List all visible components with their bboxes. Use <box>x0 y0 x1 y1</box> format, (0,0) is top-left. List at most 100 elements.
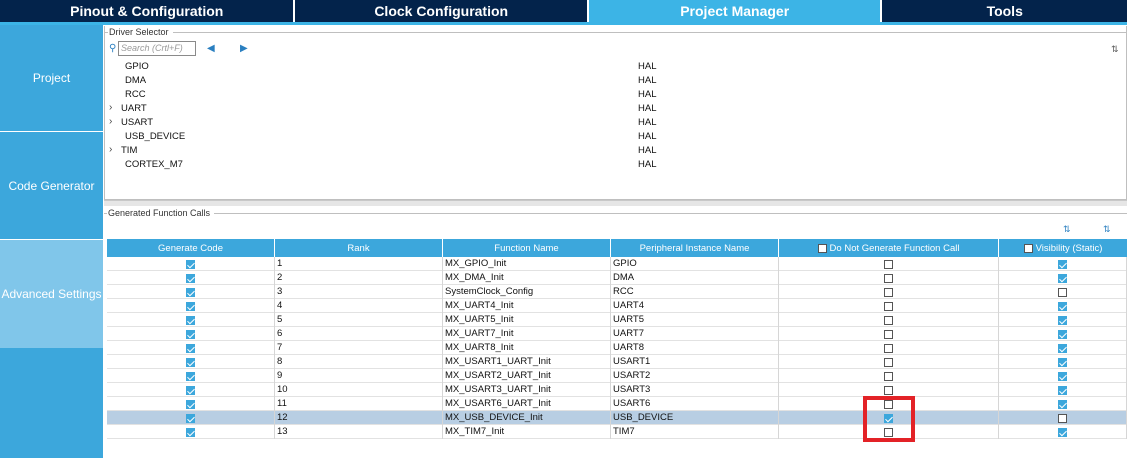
do-not-generate-checkbox[interactable] <box>884 260 893 269</box>
collapse-all-icon[interactable]: ◀ <box>207 44 215 54</box>
visibility-checkbox[interactable] <box>1058 386 1067 395</box>
generate-code-checkbox[interactable] <box>186 260 195 269</box>
driver-row-tim[interactable]: › TIM HAL <box>105 144 1105 158</box>
function-name-cell: MX_GPIO_Init <box>443 257 611 271</box>
driver-value[interactable]: HAL <box>638 145 656 156</box>
driver-row-uart[interactable]: › UART HAL <box>105 102 1105 116</box>
table-row[interactable]: 12 MX_USB_DEVICE_Init USB_DEVICE <box>107 411 1127 425</box>
driver-row-cortex-m7[interactable]: CORTEX_M7 HAL <box>105 158 1105 172</box>
header-rank[interactable]: Rank <box>275 239 443 257</box>
driver-value[interactable]: HAL <box>638 131 656 142</box>
generate-code-checkbox[interactable] <box>186 428 195 437</box>
sidebar-item-project[interactable]: Project <box>0 25 103 131</box>
tab-label: Pinout & Configuration <box>70 3 224 19</box>
sort-icon[interactable]: ⇅ <box>1111 44 1119 54</box>
do-not-generate-cell <box>779 383 999 397</box>
visibility-checkbox[interactable] <box>1058 288 1067 297</box>
generate-code-checkbox[interactable] <box>186 344 195 353</box>
table-row[interactable]: 13 MX_TIM7_Init TIM7 <box>107 425 1127 439</box>
header-function-name[interactable]: Function Name <box>443 239 611 257</box>
chevron-right-icon[interactable]: › <box>109 102 112 113</box>
visibility-checkbox[interactable] <box>1058 358 1067 367</box>
driver-value[interactable]: HAL <box>638 61 656 72</box>
driver-row-dma[interactable]: DMA HAL <box>105 74 1105 88</box>
function-name-cell: MX_UART8_Init <box>443 341 611 355</box>
generate-code-checkbox[interactable] <box>186 330 195 339</box>
function-name-cell: MX_USART2_UART_Init <box>443 369 611 383</box>
do-not-generate-checkbox[interactable] <box>884 274 893 283</box>
generate-code-checkbox[interactable] <box>186 302 195 311</box>
header-peripheral-instance[interactable]: Peripheral Instance Name <box>611 239 779 257</box>
driver-value[interactable]: HAL <box>638 75 656 86</box>
generate-code-checkbox[interactable] <box>186 372 195 381</box>
generate-code-checkbox[interactable] <box>186 358 195 367</box>
move-up-icon[interactable]: ⇅ <box>1063 224 1071 235</box>
visibility-checkbox[interactable] <box>1058 372 1067 381</box>
generate-code-checkbox[interactable] <box>186 288 195 297</box>
visibility-checkbox[interactable] <box>1058 302 1067 311</box>
tab-project-manager[interactable]: Project Manager <box>588 0 881 22</box>
visibility-checkbox[interactable] <box>1058 344 1067 353</box>
do-not-generate-checkbox[interactable] <box>884 372 893 381</box>
generate-code-checkbox[interactable] <box>186 414 195 423</box>
header-generate-code[interactable]: Generate Code <box>107 239 275 257</box>
table-row[interactable]: 4 MX_UART4_Init UART4 <box>107 299 1127 313</box>
generate-code-checkbox[interactable] <box>186 274 195 283</box>
tab-clock-configuration[interactable]: Clock Configuration <box>295 0 587 22</box>
do-not-generate-checkbox[interactable] <box>884 288 893 297</box>
search-input[interactable]: Search (Crtl+F) <box>118 41 196 56</box>
visibility-cell <box>999 411 1127 425</box>
chevron-right-icon[interactable]: › <box>109 144 112 155</box>
driver-row-rcc[interactable]: RCC HAL <box>105 88 1105 102</box>
header-checkbox[interactable] <box>1023 243 1033 253</box>
table-row[interactable]: 6 MX_UART7_Init UART7 <box>107 327 1127 341</box>
do-not-generate-checkbox[interactable] <box>884 302 893 311</box>
table-row[interactable]: 5 MX_UART5_Init UART5 <box>107 313 1127 327</box>
tab-label: Tools <box>986 3 1023 19</box>
visibility-checkbox[interactable] <box>1058 316 1067 325</box>
driver-row-usart[interactable]: › USART HAL <box>105 116 1105 130</box>
header-visibility[interactable]: Visibility (Static) <box>999 239 1127 257</box>
do-not-generate-checkbox[interactable] <box>884 316 893 325</box>
visibility-checkbox[interactable] <box>1058 330 1067 339</box>
driver-row-usb-device[interactable]: USB_DEVICE HAL <box>105 130 1105 144</box>
visibility-checkbox[interactable] <box>1058 400 1067 409</box>
sidebar-item-advanced-settings[interactable]: Advanced Settings <box>0 240 103 348</box>
table-row[interactable]: 11 MX_USART6_UART_Init USART6 <box>107 397 1127 411</box>
expand-all-icon[interactable]: ▶ <box>240 44 248 54</box>
do-not-generate-checkbox[interactable] <box>884 358 893 367</box>
sidebar-item-code-generator[interactable]: Code Generator <box>0 132 103 239</box>
visibility-cell <box>999 299 1127 313</box>
visibility-checkbox[interactable] <box>1058 414 1067 423</box>
table-row[interactable]: 7 MX_UART8_Init UART8 <box>107 341 1127 355</box>
peripheral-cell: UART5 <box>611 313 779 327</box>
table-row[interactable]: 8 MX_USART1_UART_Init USART1 <box>107 355 1127 369</box>
driver-value[interactable]: HAL <box>638 89 656 100</box>
do-not-generate-checkbox[interactable] <box>884 330 893 339</box>
move-down-icon[interactable]: ⇅ <box>1103 224 1111 235</box>
generate-code-checkbox[interactable] <box>186 400 195 409</box>
chevron-right-icon[interactable]: › <box>109 116 112 127</box>
header-do-not-generate[interactable]: Do Not Generate Function Call <box>779 239 999 257</box>
visibility-checkbox[interactable] <box>1058 274 1067 283</box>
table-row[interactable]: 2 MX_DMA_Init DMA <box>107 271 1127 285</box>
visibility-checkbox[interactable] <box>1058 260 1067 269</box>
table-row[interactable]: 3 SystemClock_Config RCC <box>107 285 1127 299</box>
generate-code-checkbox[interactable] <box>186 316 195 325</box>
tab-pinout-configuration[interactable]: Pinout & Configuration <box>0 0 294 22</box>
table-row[interactable]: 10 MX_USART3_UART_Init USART3 <box>107 383 1127 397</box>
do-not-generate-checkbox[interactable] <box>884 344 893 353</box>
do-not-generate-checkbox[interactable] <box>884 386 893 395</box>
driver-value[interactable]: HAL <box>638 159 656 170</box>
driver-value[interactable]: HAL <box>638 117 656 128</box>
visibility-checkbox[interactable] <box>1058 428 1067 437</box>
table-row[interactable]: 9 MX_USART2_UART_Init USART2 <box>107 369 1127 383</box>
generate-code-checkbox[interactable] <box>186 386 195 395</box>
driver-row-gpio[interactable]: GPIO HAL <box>105 60 1105 74</box>
table-row[interactable]: 1 MX_GPIO_Init GPIO <box>107 257 1127 271</box>
tab-tools[interactable]: Tools <box>882 0 1127 22</box>
function-name-cell: MX_USART6_UART_Init <box>443 397 611 411</box>
header-checkbox[interactable] <box>817 243 827 253</box>
generate-code-cell <box>107 299 275 313</box>
driver-value[interactable]: HAL <box>638 103 656 114</box>
